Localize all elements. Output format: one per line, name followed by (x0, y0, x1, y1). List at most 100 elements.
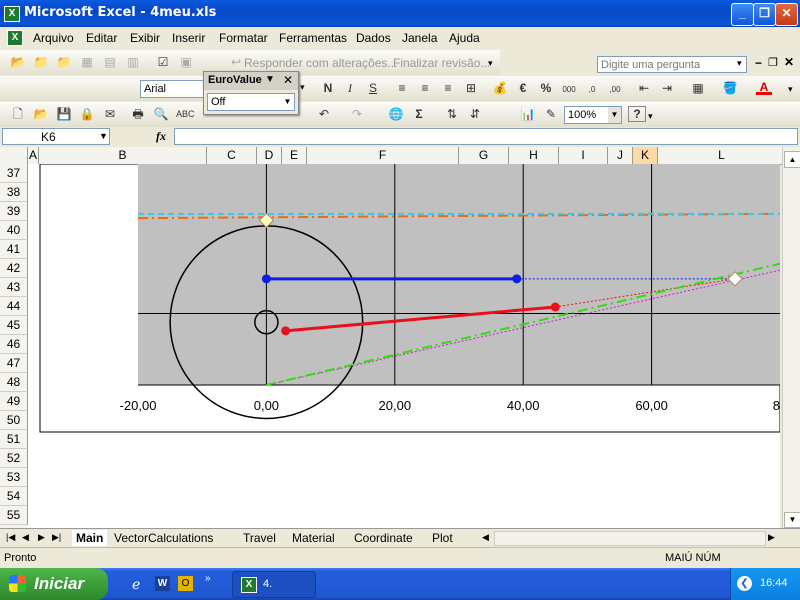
chart-wizard-icon[interactable]: 📊 (520, 106, 536, 122)
help-icon[interactable]: ? (628, 106, 646, 122)
decrease-decimal-icon[interactable]: ,00 (607, 82, 623, 98)
decrease-indent-icon[interactable]: ⇤ (636, 80, 652, 96)
row-header[interactable]: 54 (0, 487, 28, 506)
column-header[interactable]: L (658, 147, 786, 164)
column-header[interactable]: E (282, 147, 307, 164)
toolbar-options-icon[interactable]: ▾ (488, 58, 493, 69)
formatting-options-icon[interactable]: ▾ (788, 84, 793, 95)
reply-with-changes[interactable]: Responder com alterações... (244, 56, 397, 70)
embedded-chart[interactable]: -20,00 0,00 20,00 40,00 60,00 80 (28, 164, 780, 528)
row-header[interactable]: 55 (0, 506, 28, 525)
eurovalue-menu-icon[interactable]: ▼ (265, 74, 275, 85)
folder-send-icon[interactable]: 📁 (56, 54, 72, 70)
row-header[interactable]: 38 (0, 183, 28, 202)
hyperlink-icon[interactable]: 🌐 (388, 106, 404, 122)
grid-icon[interactable]: ▦ (79, 54, 95, 70)
undo-icon[interactable]: ↶ (316, 106, 332, 122)
horizontal-scrollbar[interactable] (494, 531, 766, 546)
doc-close-button[interactable]: ✕ (784, 55, 794, 69)
menu-inserir[interactable]: Inserir (172, 31, 205, 45)
hscroll-right-arrow-icon[interactable]: ▶ (768, 532, 775, 543)
vertical-scrollbar[interactable]: ▲ ▼ (782, 147, 800, 528)
increase-decimal-icon[interactable]: ,0 (584, 82, 600, 98)
name-box[interactable]: K6 ▼ (2, 128, 110, 145)
tab-main[interactable]: Main (72, 530, 108, 546)
close-button[interactable]: ✕ (775, 3, 798, 26)
permission-icon[interactable]: 🔒 (79, 106, 95, 122)
tray-expand-icon[interactable]: ❮ (737, 576, 752, 591)
eurovalue-header[interactable]: EuroValue ▼ ✕ (204, 72, 298, 90)
menu-janela[interactable]: Janela (402, 31, 437, 45)
thousands-icon[interactable]: 000 (561, 82, 577, 98)
row-header[interactable]: 43 (0, 278, 28, 297)
insert-function-icon[interactable]: fx (156, 129, 166, 144)
menu-arquivo[interactable]: Arquivo (33, 31, 74, 45)
open-icon[interactable]: 📂 (33, 106, 49, 122)
align-left-icon[interactable]: ≡ (394, 80, 410, 96)
row-header[interactable]: 40 (0, 221, 28, 240)
menu-formatar[interactable]: Formatar (219, 31, 268, 45)
redo-icon[interactable]: ↷ (349, 106, 365, 122)
next-sheet-icon[interactable]: ▶ (38, 532, 45, 543)
menu-ajuda[interactable]: Ajuda (449, 31, 480, 45)
eurovalue-close-icon[interactable]: ✕ (283, 73, 293, 87)
copy-sheet-icon[interactable]: ▤ (102, 54, 118, 70)
outlook-icon[interactable]: O (178, 576, 193, 591)
doc-minimize-button[interactable]: − (755, 56, 762, 70)
excel-app-icon[interactable]: X (4, 6, 20, 22)
prev-sheet-icon[interactable]: ◀ (22, 532, 29, 543)
plot-area[interactable] (138, 164, 780, 385)
column-header[interactable]: B (39, 147, 207, 164)
document-icon[interactable]: X (7, 30, 23, 46)
column-header[interactable]: J (608, 147, 633, 164)
spelling-icon[interactable]: ABC (176, 106, 195, 122)
tab-material[interactable]: Material (292, 530, 335, 546)
increase-indent-icon[interactable]: ⇥ (659, 80, 675, 96)
quicklaunch-more-icon[interactable]: » (205, 573, 211, 584)
print-icon[interactable]: 🖶 (130, 106, 146, 122)
column-header[interactable]: D (257, 147, 282, 164)
row-header[interactable]: 51 (0, 430, 28, 449)
doc-restore-button[interactable]: ❐ (768, 56, 778, 69)
font-size-dropdown-icon[interactable]: ▾ (300, 82, 305, 93)
euro-icon[interactable]: € (515, 80, 531, 96)
borders-icon[interactable]: ▦ (690, 80, 706, 96)
word-icon[interactable]: W (155, 576, 170, 591)
underline-button[interactable]: S (365, 80, 381, 96)
row-header[interactable]: 47 (0, 354, 28, 373)
check-icon[interactable]: ☑ (155, 54, 171, 70)
sort-descending-icon[interactable]: ⇵ (467, 106, 483, 122)
zoom-dropdown-icon[interactable]: ▼ (608, 107, 621, 123)
fill-color-icon[interactable]: 🪣 (722, 80, 738, 96)
sort-ascending-icon[interactable]: ⇅ (444, 106, 460, 122)
font-name-combo[interactable]: Arial (140, 80, 204, 98)
taskbar-excel-button[interactable]: X 4. (232, 571, 316, 598)
row-header[interactable]: 44 (0, 297, 28, 316)
row-header[interactable]: 53 (0, 468, 28, 487)
italic-button[interactable]: I (342, 80, 358, 96)
row-header[interactable]: 39 (0, 202, 28, 221)
name-box-dropdown-icon[interactable]: ▼ (99, 131, 108, 141)
menu-dados[interactable]: Dados (356, 31, 391, 45)
column-header[interactable]: F (307, 147, 459, 164)
row-header[interactable]: 46 (0, 335, 28, 354)
font-color-icon[interactable]: A (756, 79, 772, 95)
scroll-up-arrow-icon[interactable]: ▲ (784, 151, 800, 168)
sheet-icon[interactable]: ▥ (125, 54, 141, 70)
percent-icon[interactable]: % (538, 80, 554, 96)
row-header[interactable]: 45 (0, 316, 28, 335)
select-all-corner[interactable] (0, 147, 28, 164)
hscroll-left-arrow-icon[interactable]: ◀ (482, 532, 489, 543)
worksheet-area[interactable]: -20,00 0,00 20,00 40,00 60,00 80 (28, 164, 780, 528)
zoom-combo[interactable]: 100% ▼ (564, 106, 622, 124)
track-changes-icon[interactable]: ▣ (178, 54, 194, 70)
row-header[interactable]: 52 (0, 449, 28, 468)
tab-travel[interactable]: Travel (243, 530, 276, 546)
menu-editar[interactable]: Editar (86, 31, 117, 45)
start-button[interactable]: Iniciar (0, 568, 108, 600)
ask-dropdown-arrow-icon[interactable]: ▾ (737, 58, 742, 69)
open-folder-icon[interactable]: 📂 (10, 54, 26, 70)
tab-vectorcalculations[interactable]: VectorCalculations (114, 530, 213, 546)
folder-up-icon[interactable]: 📁 (33, 54, 49, 70)
finish-review[interactable]: Finalizar revisão... (393, 56, 490, 70)
